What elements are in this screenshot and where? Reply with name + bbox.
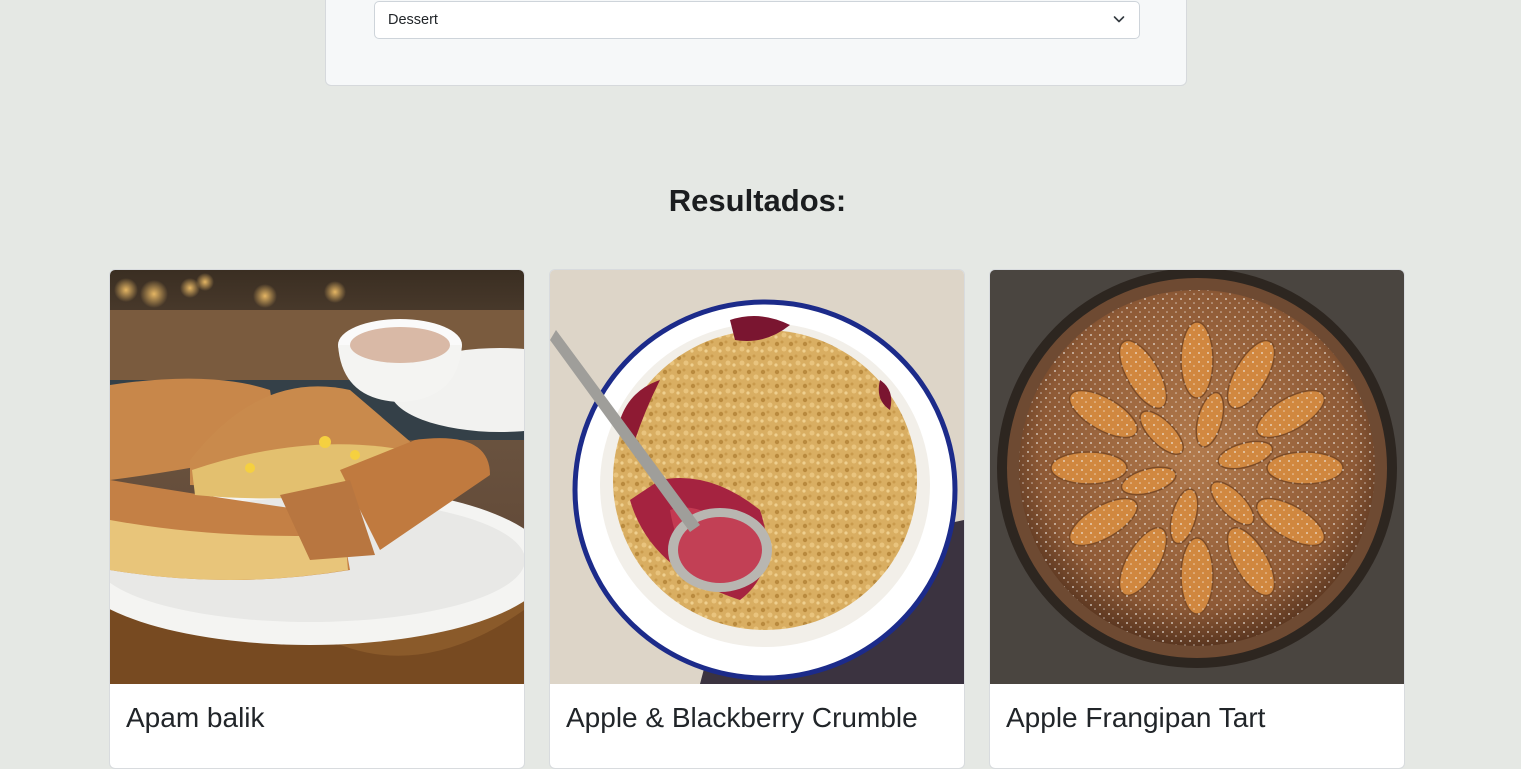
recipe-title[interactable]: Apple Frangipan Tart: [1006, 702, 1265, 734]
category-select[interactable]: Dessert: [374, 1, 1140, 39]
recipe-image[interactable]: [990, 270, 1404, 684]
recipe-card[interactable]: Apam balik: [109, 269, 525, 769]
recipe-image[interactable]: [550, 270, 964, 684]
recipe-image[interactable]: [110, 270, 524, 684]
category-select-value: Dessert: [388, 12, 438, 28]
recipe-title[interactable]: Apam balik: [126, 702, 265, 734]
recipe-card[interactable]: Apple & Blackberry Crumble: [549, 269, 965, 769]
results-title: Resultados:: [668, 183, 847, 218]
recipe-title[interactable]: Apple & Blackberry Crumble: [566, 702, 918, 734]
chevron-down-icon: [1113, 16, 1125, 23]
recipe-card[interactable]: Apple Frangipan Tart: [989, 269, 1405, 769]
filter-panel: Dessert: [325, 0, 1187, 86]
